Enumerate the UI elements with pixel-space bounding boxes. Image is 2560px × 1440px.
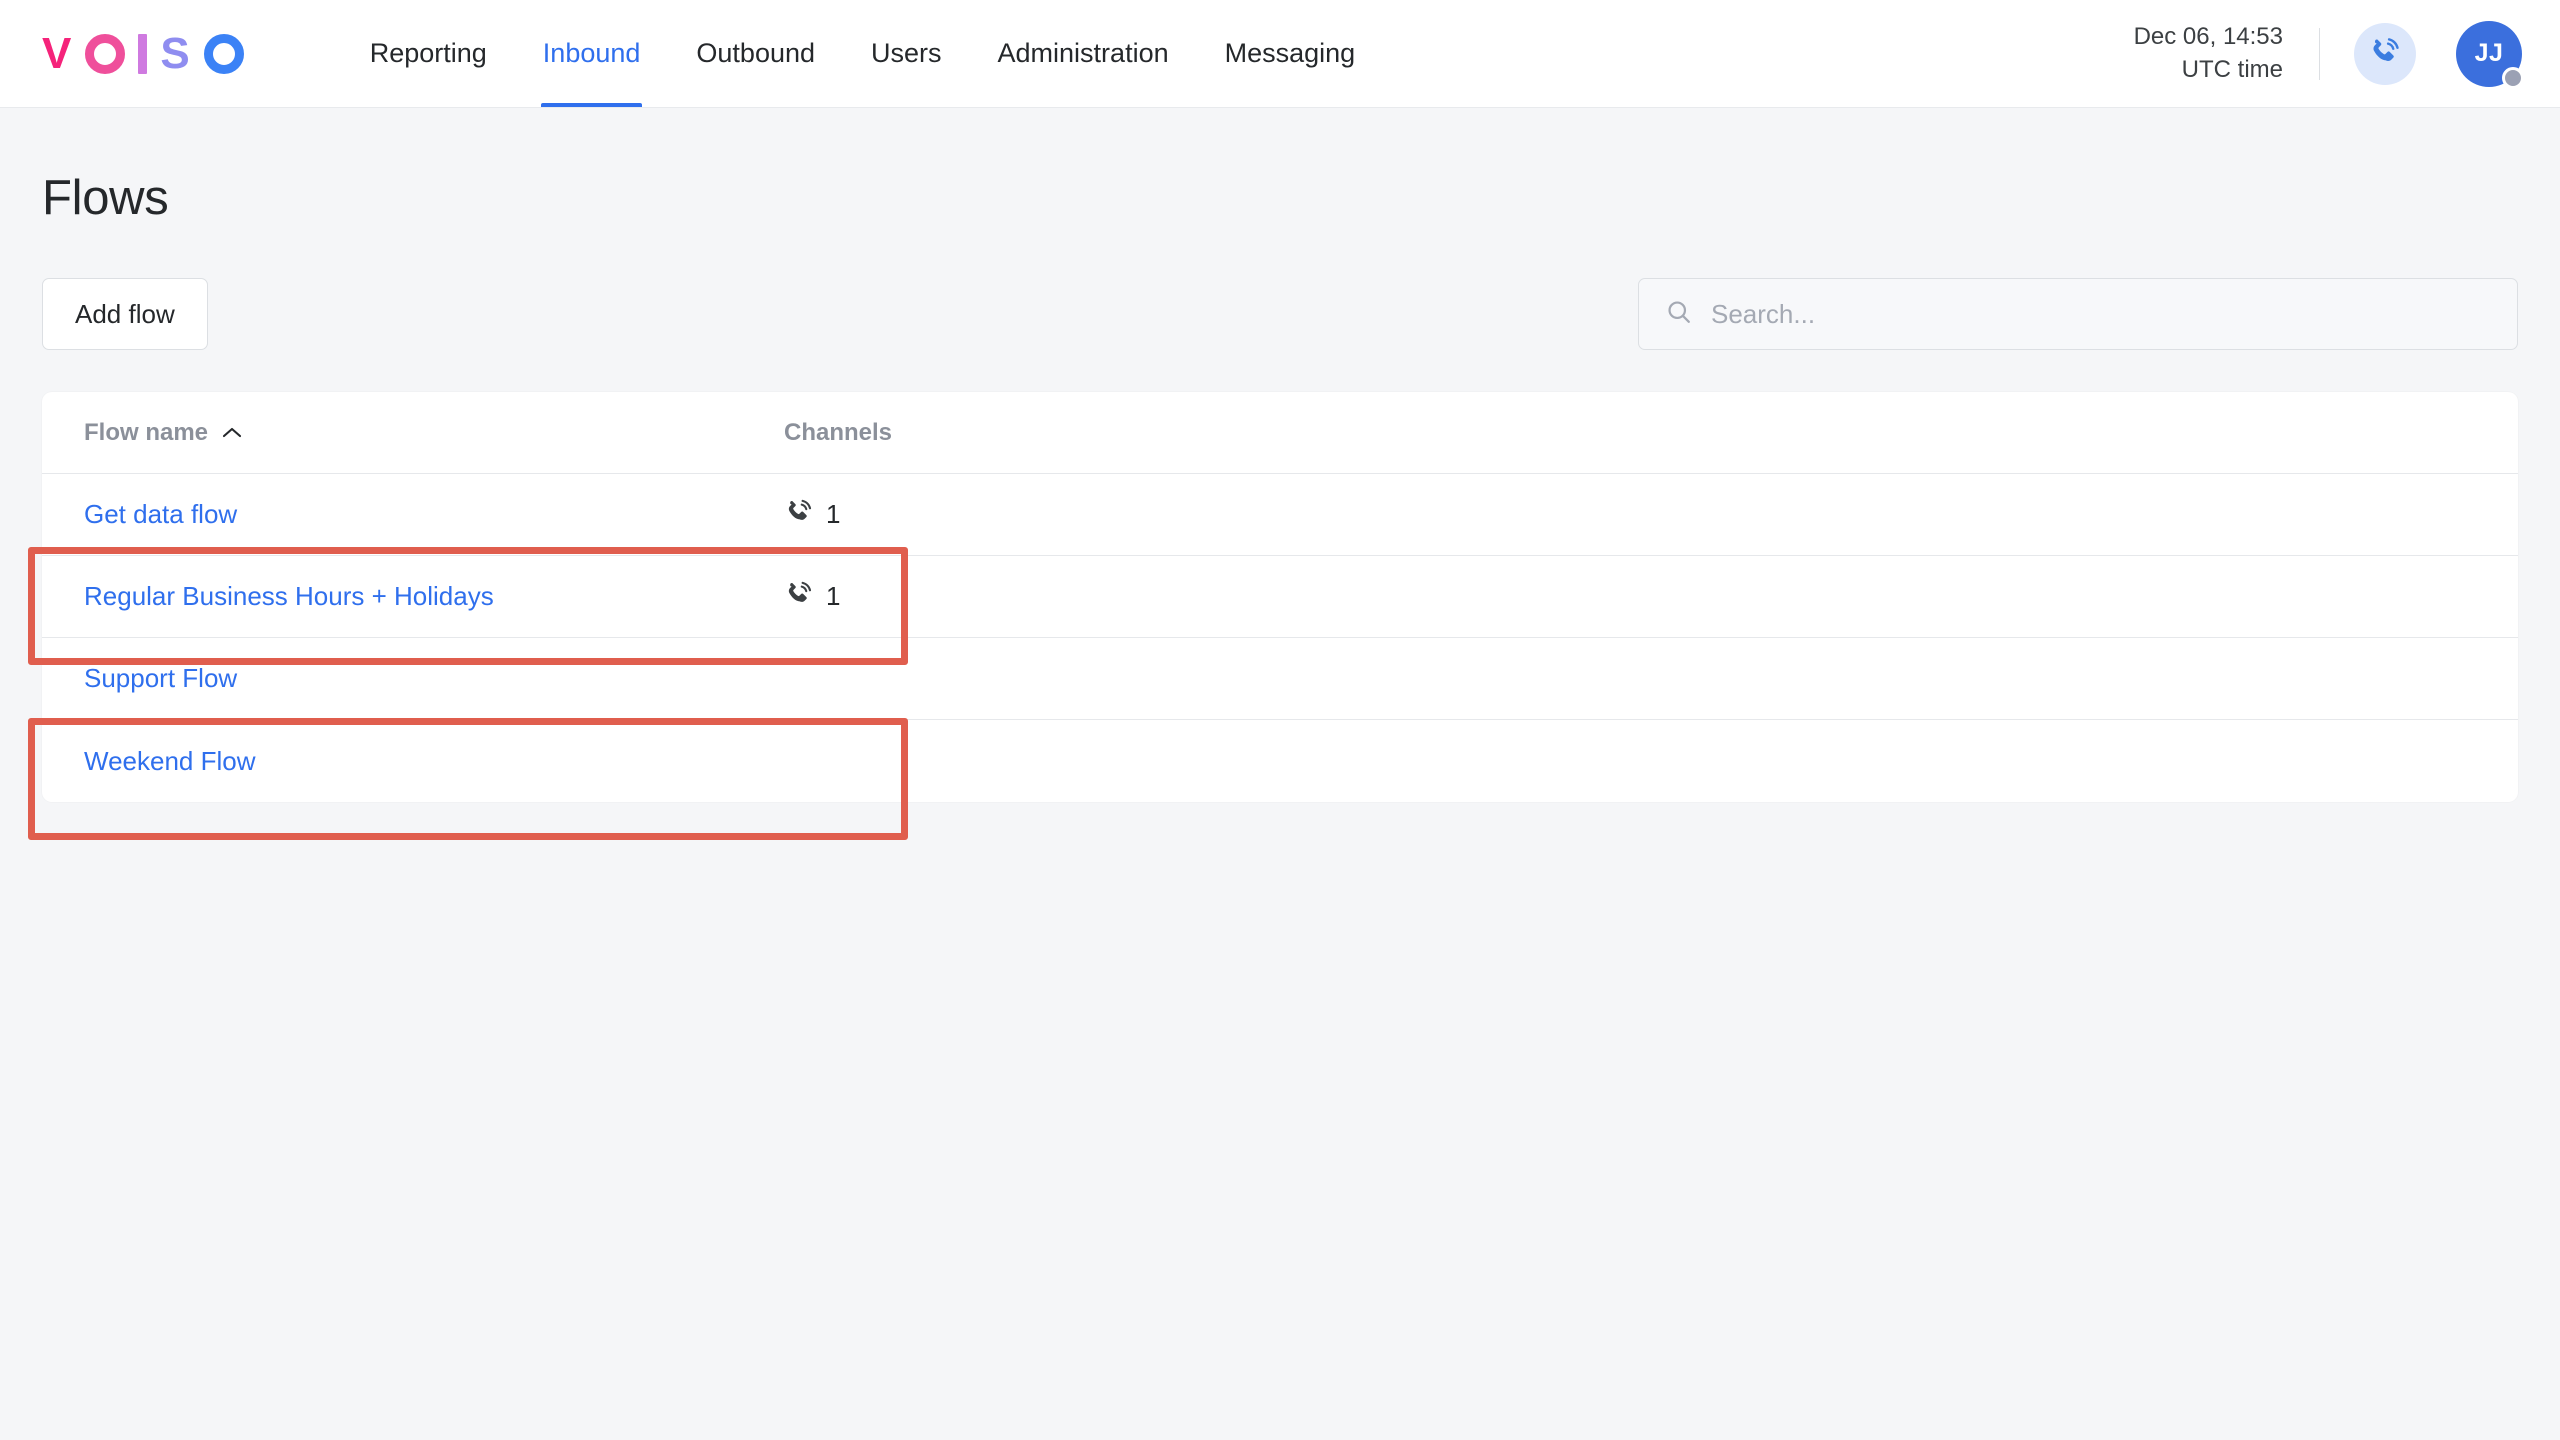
column-header-channels-label: Channels [784, 418, 893, 446]
search-icon [1665, 298, 1693, 331]
channel-phone-icon [784, 497, 814, 532]
nav-item-outbound[interactable]: Outbound [668, 0, 843, 107]
nav-item-users[interactable]: Users [843, 0, 970, 107]
sort-ascending-icon[interactable] [222, 426, 242, 439]
table-header-row: Flow name Channels [42, 392, 2518, 474]
search-input[interactable] [1711, 298, 2491, 330]
add-flow-button[interactable]: Add flow [42, 278, 208, 350]
top-navigation-bar: V S Reporting Inbound Outbound Users Adm… [0, 0, 2560, 108]
user-avatar-button[interactable]: JJ [2456, 20, 2524, 89]
channel-phone-icon [784, 579, 814, 614]
utc-clock: Dec 06, 14:53 UTC time [2134, 21, 2283, 85]
clock-timezone: UTC time [2181, 55, 2283, 83]
cell-channels: 1 [784, 579, 1084, 614]
logo-letter-o-1 [85, 33, 126, 74]
cell-flow-name: Support Flow [84, 663, 784, 694]
cell-channels: 1 [784, 497, 1084, 532]
header-divider [2319, 27, 2320, 80]
flows-table-card: Flow name Channels Get data flow 1 Regul… [42, 392, 2518, 802]
channel-count: 1 [826, 581, 841, 611]
cell-flow-name: Weekend Flow [84, 746, 784, 777]
column-header-channels[interactable]: Channels [784, 419, 1084, 447]
nav-label-messaging: Messaging [1224, 38, 1356, 68]
cell-flow-name: Get data flow [84, 499, 784, 530]
channel-count: 1 [826, 499, 841, 529]
clock-date: Dec 06, 14:53 [2133, 23, 2283, 51]
table-row[interactable]: Get data flow 1 [42, 474, 2518, 556]
logo-letter-s: S [160, 28, 191, 78]
logo-letter-v: V [42, 28, 73, 78]
cell-flow-name: Regular Business Hours + Holidays [84, 581, 784, 612]
nav-label-administration: Administration [997, 38, 1169, 68]
flow-link-weekend-flow[interactable]: Weekend Flow [84, 746, 256, 777]
flow-link-get-data-flow[interactable]: Get data flow [84, 499, 237, 530]
nav-item-administration[interactable]: Administration [970, 0, 1197, 107]
main-nav: Reporting Inbound Outbound Users Adminis… [342, 0, 1383, 107]
phone-call-icon [2368, 35, 2402, 72]
flow-link-support-flow[interactable]: Support Flow [84, 663, 237, 694]
table-row[interactable]: Support Flow [42, 638, 2518, 720]
header-right-cluster: Dec 06, 14:53 UTC time JJ [2134, 20, 2524, 89]
page-body: Flows Add flow Flow name [0, 170, 2560, 802]
toolbar: Add flow [42, 278, 2518, 350]
nav-label-inbound: Inbound [542, 38, 641, 68]
search-box[interactable] [1638, 278, 2518, 350]
voiso-logo[interactable]: V S [42, 28, 244, 78]
column-header-flow-name[interactable]: Flow name [84, 419, 784, 447]
nav-item-inbound[interactable]: Inbound [515, 0, 669, 107]
table-row[interactable]: Weekend Flow [42, 720, 2518, 802]
nav-label-outbound: Outbound [696, 38, 816, 68]
flow-link-regular-business-hours-holidays[interactable]: Regular Business Hours + Holidays [84, 581, 494, 612]
nav-item-reporting[interactable]: Reporting [342, 0, 515, 107]
avatar-status-dot [2502, 66, 2524, 89]
column-header-flow-name-label: Flow name [84, 418, 209, 446]
phone-call-button[interactable] [2354, 22, 2416, 85]
nav-item-messaging[interactable]: Messaging [1197, 0, 1384, 107]
page-title: Flows [42, 171, 169, 225]
logo-letter-i [138, 33, 148, 74]
nav-label-reporting: Reporting [369, 38, 487, 68]
nav-label-users: Users [871, 38, 942, 68]
logo-letter-o-2 [203, 33, 244, 74]
table-row[interactable]: Regular Business Hours + Holidays 1 [42, 556, 2518, 638]
